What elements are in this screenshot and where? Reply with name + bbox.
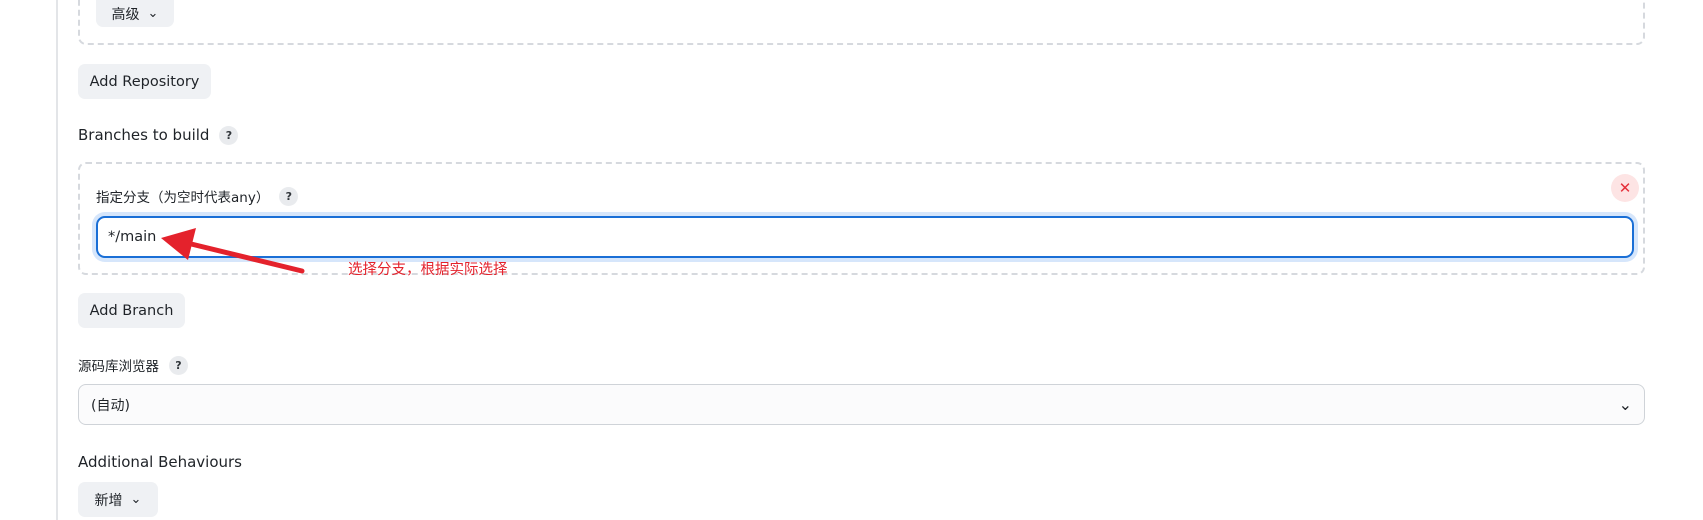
chevron-down-icon: ⌄ [1618,395,1632,414]
add-behaviour-label: 新增 [94,492,123,509]
branch-specifier-input[interactable] [96,216,1634,258]
branch-specifier-text: 指定分支（为空时代表any） [96,190,270,206]
chevron-down-icon: ⌄ [130,492,142,507]
jenkins-scm-config: 高级 ⌄ Add Repository Branches to build ? … [0,0,1703,520]
help-icon[interactable]: ? [219,125,239,145]
repository-container [78,0,1645,45]
add-behaviour-button[interactable]: 新增 ⌄ [78,482,158,517]
remove-branch-button[interactable]: ✕ [1611,174,1639,202]
repository-browser-label: 源码库浏览器 ? [78,354,188,376]
advanced-button[interactable]: 高级 ⌄ [96,0,174,27]
repository-browser-value: (自动) [91,397,130,414]
advanced-button-label: 高级 [111,6,140,23]
add-repository-button[interactable]: Add Repository [78,64,211,99]
add-branch-button[interactable]: Add Branch [78,293,185,328]
repository-browser-select[interactable]: (自动) ⌄ [78,384,1645,425]
additional-behaviours-label: Additional Behaviours [78,453,242,471]
branch-specifier-label: 指定分支（为空时代表any） ? [96,185,299,207]
repository-browser-text: 源码库浏览器 [78,359,159,375]
help-icon[interactable]: ? [279,186,299,206]
annotation-text: 选择分支，根据实际选择 [348,262,508,278]
help-icon[interactable]: ? [169,355,188,375]
close-icon: ✕ [1618,179,1632,197]
branches-to-build-text: Branches to build [78,126,210,144]
branches-to-build-label: Branches to build ? [78,124,239,146]
section-divider [56,0,58,520]
chevron-down-icon: ⌄ [147,6,159,21]
